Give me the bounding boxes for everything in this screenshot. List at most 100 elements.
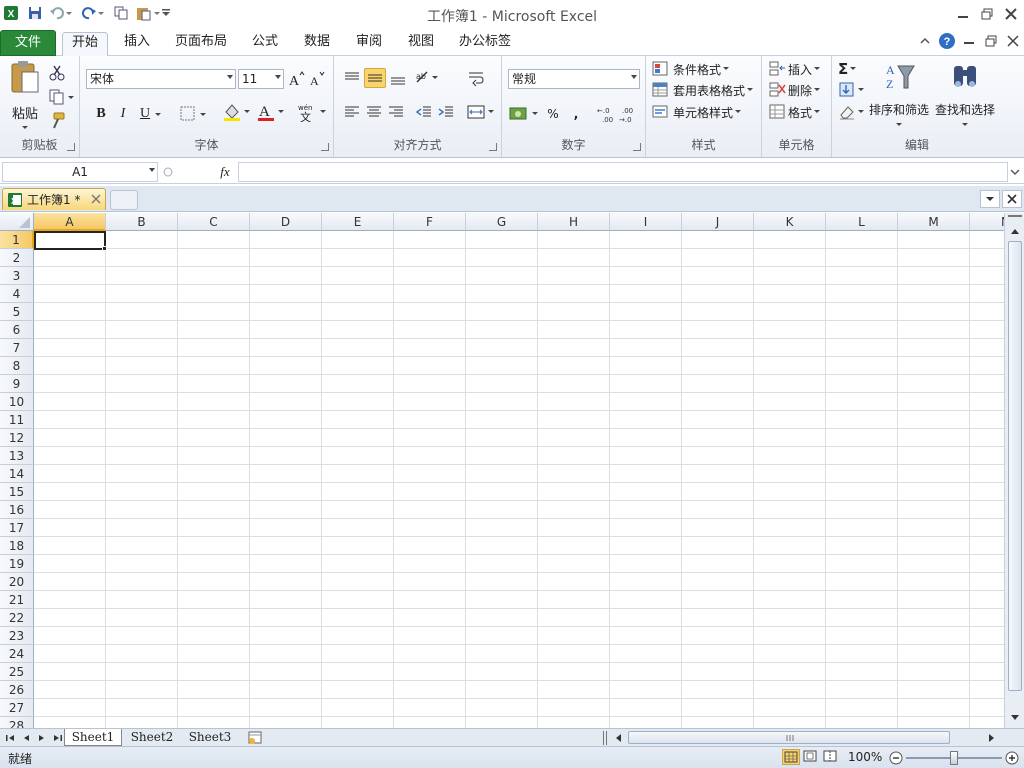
font-size-select[interactable]: 11 <box>238 69 284 89</box>
scroll-left-icon[interactable] <box>610 730 626 746</box>
vertical-scrollbar[interactable] <box>1004 213 1024 728</box>
insert-cells-button[interactable]: 插入 <box>768 59 830 79</box>
row-header-18[interactable]: 18 <box>0 537 34 555</box>
fill-handle[interactable] <box>102 246 107 251</box>
column-header-h[interactable]: H <box>538 213 610 231</box>
sheet-tab-sheet2[interactable]: Sheet2 <box>124 729 180 746</box>
formula-input[interactable] <box>238 162 1008 182</box>
normal-view-icon[interactable] <box>782 749 800 765</box>
row-header-7[interactable]: 7 <box>0 339 34 357</box>
tab-page-layout[interactable]: 页面布局 <box>170 32 232 56</box>
scroll-right-icon[interactable] <box>984 730 1000 746</box>
column-header-f[interactable]: F <box>394 213 466 231</box>
row-header-28[interactable]: 28 <box>0 717 34 728</box>
column-header-i[interactable]: I <box>610 213 682 231</box>
first-sheet-icon[interactable] <box>4 732 16 744</box>
wrap-text-icon[interactable] <box>466 68 486 88</box>
row-header-21[interactable]: 21 <box>0 591 34 609</box>
tab-review[interactable]: 审阅 <box>348 32 390 56</box>
row-header-14[interactable]: 14 <box>0 465 34 483</box>
row-header-23[interactable]: 23 <box>0 627 34 645</box>
underline-button[interactable]: U <box>136 104 154 124</box>
delete-cells-button[interactable]: 删除 <box>768 80 830 100</box>
tab-formulas[interactable]: 公式 <box>244 32 286 56</box>
new-document-tab-button[interactable] <box>110 190 138 210</box>
minimize-icon[interactable] <box>954 6 972 22</box>
select-all-corner[interactable] <box>0 213 34 231</box>
find-select-button[interactable]: 查找和选择 <box>932 60 998 130</box>
align-left-icon[interactable] <box>342 102 362 122</box>
format-as-table-button[interactable]: 套用表格格式 <box>652 80 762 100</box>
row-header-20[interactable]: 20 <box>0 573 34 591</box>
fill-color-button[interactable] <box>222 102 254 122</box>
number-format-select[interactable]: 常规 <box>508 69 640 89</box>
column-header-j[interactable]: J <box>682 213 754 231</box>
formula-bar-resize-handle[interactable] <box>162 164 174 180</box>
page-layout-view-icon[interactable] <box>802 749 820 765</box>
tab-insert[interactable]: 插入 <box>116 32 158 56</box>
row-header-22[interactable]: 22 <box>0 609 34 627</box>
column-header-l[interactable]: L <box>826 213 898 231</box>
column-header-n[interactable]: N <box>970 213 1004 231</box>
cell-styles-button[interactable]: 单元格样式 <box>652 102 760 122</box>
document-tab-workbook1[interactable]: X 工作簿1 * <box>2 188 106 210</box>
increase-decimal-icon[interactable]: ←.0.00 <box>596 104 616 124</box>
clear-button[interactable] <box>838 102 866 122</box>
expand-formula-bar-icon[interactable] <box>1008 166 1022 178</box>
workbook-close-icon[interactable] <box>1006 34 1020 48</box>
previous-sheet-icon[interactable] <box>20 732 32 744</box>
row-header-24[interactable]: 24 <box>0 645 34 663</box>
help-icon[interactable]: ? <box>938 32 956 50</box>
document-tab-list-icon[interactable] <box>980 190 1000 208</box>
format-cells-button[interactable]: 格式 <box>768 102 830 122</box>
zoom-out-icon[interactable] <box>888 750 904 766</box>
zoom-level[interactable]: 100% <box>848 750 882 764</box>
align-right-icon[interactable] <box>386 102 406 122</box>
column-header-d[interactable]: D <box>250 213 322 231</box>
zoom-in-icon[interactable] <box>1004 750 1020 766</box>
row-header-4[interactable]: 4 <box>0 285 34 303</box>
align-bottom-icon[interactable] <box>388 68 408 88</box>
autosum-button[interactable]: Σ <box>838 59 866 79</box>
row-header-15[interactable]: 15 <box>0 483 34 501</box>
vertical-scroll-thumb[interactable] <box>1008 241 1022 691</box>
next-sheet-icon[interactable] <box>36 732 48 744</box>
row-header-8[interactable]: 8 <box>0 357 34 375</box>
shrink-font-icon[interactable]: A <box>308 69 326 89</box>
currency-button[interactable] <box>508 104 542 124</box>
zoom-slider-thumb[interactable] <box>950 751 958 765</box>
scroll-down-icon[interactable] <box>1007 710 1023 726</box>
column-header-a[interactable]: A <box>34 213 106 231</box>
row-header-3[interactable]: 3 <box>0 267 34 285</box>
workbook-minimize-icon[interactable] <box>962 34 976 48</box>
last-sheet-icon[interactable] <box>52 732 64 744</box>
decrease-decimal-icon[interactable]: .00 →.0 <box>618 104 638 124</box>
grow-font-icon[interactable]: A <box>288 69 306 89</box>
insert-worksheet-icon[interactable] <box>244 730 268 746</box>
number-launcher-icon[interactable] <box>633 143 641 151</box>
close-window-icon[interactable] <box>1002 6 1020 22</box>
row-header-26[interactable]: 26 <box>0 681 34 699</box>
percent-button[interactable]: % <box>544 104 562 124</box>
insert-function-button[interactable]: fx <box>214 162 236 182</box>
row-header-5[interactable]: 5 <box>0 303 34 321</box>
horizontal-scroll-thumb[interactable] <box>628 731 950 744</box>
row-header-12[interactable]: 12 <box>0 429 34 447</box>
row-header-27[interactable]: 27 <box>0 699 34 717</box>
increase-indent-icon[interactable] <box>436 102 456 122</box>
tab-split-handle[interactable] <box>603 731 607 745</box>
bold-button[interactable]: B <box>92 104 110 124</box>
underline-dropdown-icon[interactable] <box>154 104 164 124</box>
row-header-2[interactable]: 2 <box>0 249 34 267</box>
tab-view[interactable]: 视图 <box>400 32 442 56</box>
row-header-17[interactable]: 17 <box>0 519 34 537</box>
tab-data[interactable]: 数据 <box>296 32 338 56</box>
close-document-tab-icon[interactable] <box>89 192 103 206</box>
column-header-k[interactable]: K <box>754 213 826 231</box>
scroll-up-icon[interactable] <box>1007 223 1023 239</box>
comma-style-button[interactable]: , <box>568 104 584 124</box>
collapse-ribbon-icon[interactable] <box>918 34 932 48</box>
copy-button[interactable] <box>48 88 76 106</box>
format-painter-icon[interactable] <box>48 112 66 130</box>
row-header-1[interactable]: 1 <box>0 231 34 249</box>
